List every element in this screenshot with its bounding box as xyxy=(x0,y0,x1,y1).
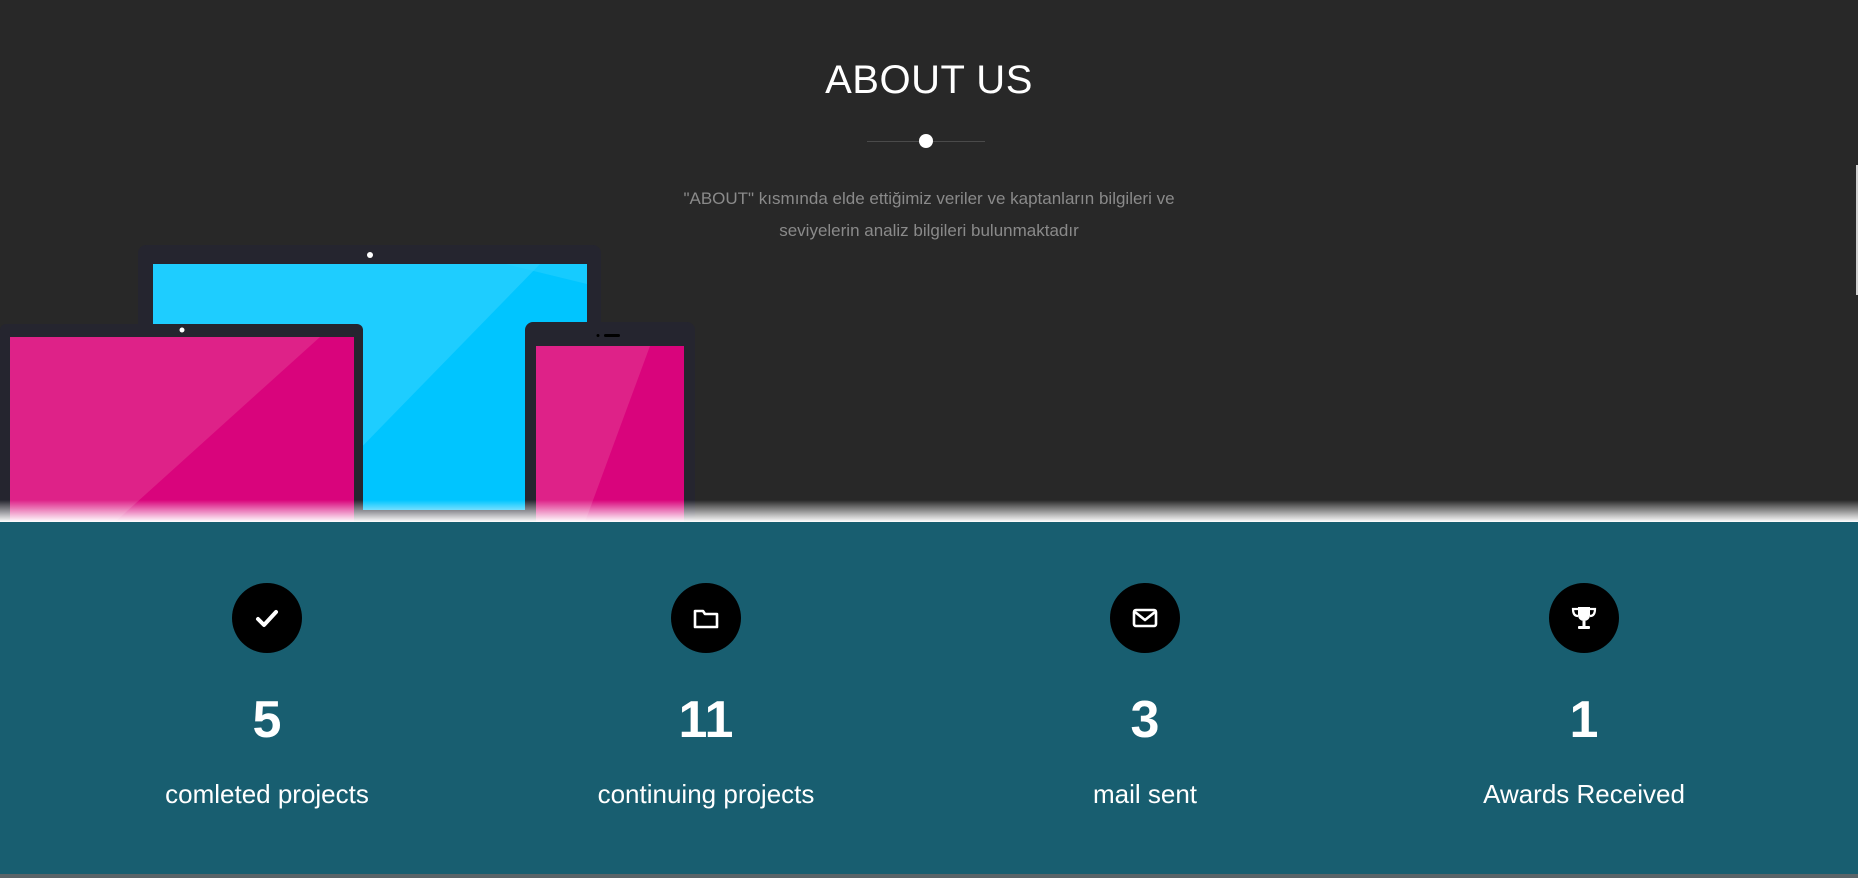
about-section: ABOUT US "ABOUT" kısmında elde ettiğimiz… xyxy=(0,0,1858,522)
stat-number: 1 xyxy=(1569,691,1599,749)
phone-device xyxy=(525,322,695,522)
check-icon xyxy=(232,583,302,653)
stat-continuing-projects: 11 continuing projects xyxy=(486,522,926,874)
stat-label: continuing projects xyxy=(597,779,815,809)
stat-label: Awards Received xyxy=(1483,779,1685,809)
description-line-1: "ABOUT" kısmında elde ettiğimiz veriler … xyxy=(683,189,1175,208)
tablet-device xyxy=(0,324,363,522)
devices-illustration xyxy=(0,245,695,522)
stat-number: 11 xyxy=(678,691,734,749)
stat-label: comleted projects xyxy=(165,779,369,809)
section-description: "ABOUT" kısmında elde ettiğimiz veriler … xyxy=(629,183,1229,247)
divider-dot xyxy=(919,134,933,148)
folder-icon xyxy=(671,583,741,653)
section-fade xyxy=(0,500,1858,522)
stats-section: 5 comleted projects 11 continuing projec… xyxy=(0,522,1858,874)
stat-label: mail sent xyxy=(1092,779,1198,809)
stat-completed-projects: 5 comleted projects xyxy=(47,522,487,874)
description-line-2: seviyelerin analiz bilgileri bulunmaktad… xyxy=(779,221,1079,240)
stat-number: 3 xyxy=(1130,691,1160,749)
section-title: ABOUT US xyxy=(825,58,1033,102)
stat-number: 5 xyxy=(252,691,282,749)
stat-awards-received: 1 Awards Received xyxy=(1364,522,1804,874)
envelope-icon xyxy=(1110,583,1180,653)
trophy-icon xyxy=(1549,583,1619,653)
stat-mail-sent: 3 mail sent xyxy=(925,522,1365,874)
footer-edge xyxy=(0,874,1858,878)
